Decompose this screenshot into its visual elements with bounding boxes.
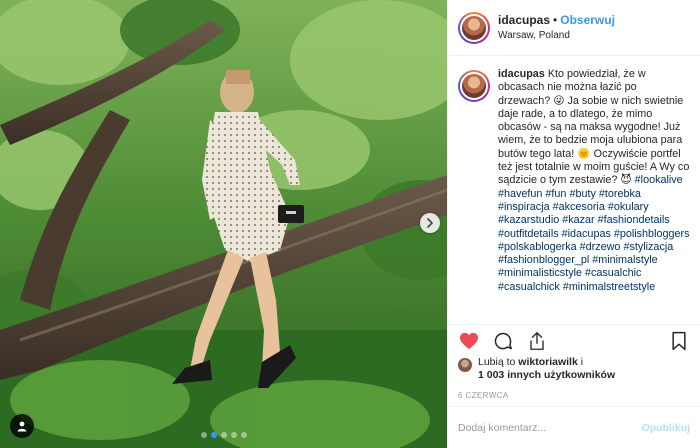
caption-hashtags[interactable]: #lookalive #havefun #fun #buty #torebka … — [498, 174, 689, 292]
save-button[interactable] — [668, 330, 690, 352]
carousel-dot — [220, 432, 227, 438]
caption-username[interactable]: idacupas — [498, 68, 545, 80]
comment-box: Opublikuj — [448, 406, 700, 448]
post-panel: idacupas • Obserwuj Warsaw, Poland idacupa… — [447, 0, 700, 448]
header-separator: • — [553, 12, 558, 27]
share-button[interactable] — [526, 330, 548, 352]
comment-button[interactable] — [492, 330, 514, 352]
likes-text: Lubią to wiktoriawilk i 1 003 innych uży… — [478, 356, 615, 382]
carousel-dot — [230, 432, 237, 438]
share-icon — [530, 331, 544, 350]
likes-summary: Lubią to wiktoriawilk i 1 003 innych uży… — [448, 356, 700, 386]
author-username[interactable]: idacupas — [498, 13, 550, 27]
next-photo-button[interactable] — [420, 213, 440, 233]
likes-prefix: Lubią to — [478, 356, 516, 368]
caption-text: Kto powiedział, że w obcasach nie można … — [498, 68, 690, 187]
likes-conjunction: i — [580, 356, 584, 368]
caption-avatar[interactable] — [458, 70, 490, 102]
author-meta: idacupas • Obserwuj Warsaw, Poland — [498, 12, 615, 44]
carousel-indicators — [0, 432, 447, 438]
photo-scene — [0, 0, 447, 448]
chevron-right-icon — [427, 218, 434, 228]
likes-count-link[interactable]: 1 003 innych użytkowników — [478, 369, 615, 381]
author-avatar[interactable] — [458, 11, 490, 44]
comment-icon — [494, 332, 513, 349]
liker-username[interactable]: wiktoriawilk — [518, 356, 578, 368]
bookmark-icon — [672, 331, 686, 350]
instagram-post: idacupas • Obserwuj Warsaw, Poland idacupa… — [0, 0, 700, 448]
carousel-dot — [200, 432, 207, 438]
heart-icon — [460, 332, 478, 349]
post-caption: idacupas Kto powiedział, że w obcasach n… — [498, 68, 690, 324]
like-button[interactable] — [458, 330, 480, 352]
post-header: idacupas • Obserwuj Warsaw, Poland — [448, 0, 700, 56]
liker-avatar[interactable] — [458, 358, 472, 372]
post-photo[interactable] — [0, 0, 447, 448]
follow-button[interactable]: Obserwuj — [560, 13, 615, 27]
comments-area: idacupas Kto powiedział, że w obcasach n… — [448, 56, 700, 324]
action-bar — [448, 324, 700, 356]
publish-button[interactable]: Opublikuj — [642, 422, 690, 434]
comment-input[interactable] — [458, 421, 642, 434]
post-date[interactable]: 6 CZERWCA — [448, 386, 700, 406]
user-tag-icon — [17, 421, 27, 432]
carousel-dot — [210, 432, 217, 438]
carousel-dot — [240, 432, 247, 438]
post-location[interactable]: Warsaw, Poland — [498, 28, 615, 44]
